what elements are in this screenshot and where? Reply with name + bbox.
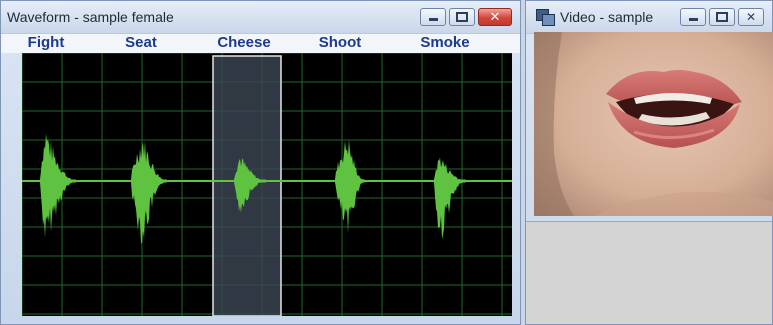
waveform-titlebar[interactable]: Waveform - sample female ✕ bbox=[1, 1, 520, 34]
word-label-fight[interactable]: Fight bbox=[28, 34, 65, 51]
close-icon: ✕ bbox=[489, 9, 501, 25]
waveform-close-button[interactable]: ✕ bbox=[478, 8, 512, 26]
video-frame[interactable] bbox=[534, 32, 773, 216]
waveform-window-title: Waveform - sample female bbox=[7, 9, 174, 25]
minimize-icon bbox=[428, 18, 438, 21]
waveform-burst-fight bbox=[40, 133, 76, 238]
waveform-burst-seat bbox=[131, 140, 167, 244]
mouth-video-image bbox=[534, 32, 773, 216]
video-window: Video - sample ✕ bbox=[525, 0, 773, 325]
waveform-display[interactable] bbox=[22, 53, 512, 316]
waveform-maximize-button[interactable] bbox=[449, 8, 475, 26]
maximize-icon bbox=[456, 12, 468, 22]
word-label-seat[interactable]: Seat bbox=[125, 34, 157, 51]
video-titlebar[interactable]: Video - sample ✕ bbox=[526, 1, 772, 34]
video-minimize-button[interactable] bbox=[680, 8, 706, 26]
waveform-burst-shoot bbox=[335, 139, 365, 234]
waveform-window-controls: ✕ bbox=[420, 8, 512, 26]
video-maximize-button[interactable] bbox=[709, 8, 735, 26]
video-window-icon bbox=[534, 7, 556, 27]
word-label-cheese[interactable]: Cheese bbox=[217, 34, 270, 51]
waveform-minimize-button[interactable] bbox=[420, 8, 446, 26]
close-icon: ✕ bbox=[745, 10, 757, 24]
word-label-bar: Fight Seat Cheese Shoot Smoke bbox=[1, 34, 520, 53]
minimize-icon bbox=[688, 18, 698, 21]
word-label-smoke[interactable]: Smoke bbox=[420, 34, 469, 51]
video-close-button[interactable]: ✕ bbox=[738, 8, 764, 26]
maximize-icon bbox=[716, 12, 728, 22]
word-label-shoot[interactable]: Shoot bbox=[319, 34, 362, 51]
video-empty-area bbox=[526, 221, 772, 324]
video-window-controls: ✕ bbox=[680, 8, 764, 26]
video-window-title: Video - sample bbox=[560, 9, 654, 25]
waveform-window: Waveform - sample female ✕ Fight Seat Ch… bbox=[0, 0, 521, 325]
waveform-plot[interactable] bbox=[22, 53, 512, 316]
